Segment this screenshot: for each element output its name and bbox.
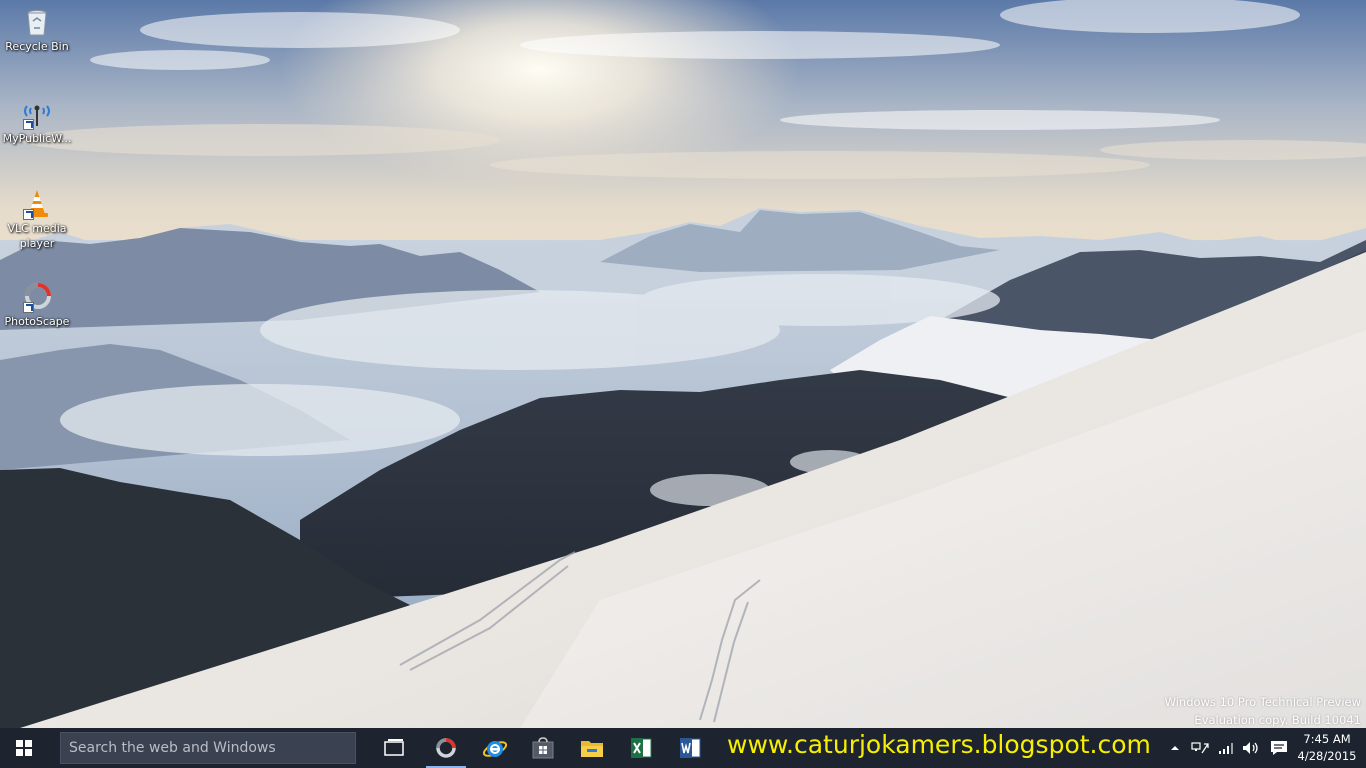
photoscape-icon (436, 738, 456, 758)
desktop-icon-photoscape[interactable]: PhotoScape (0, 281, 74, 329)
vlc-cone-icon (21, 188, 53, 220)
desktop-icon-vlc[interactable]: VLC media player (0, 188, 74, 251)
clock-time: 7:45 AM (1303, 732, 1351, 746)
desktop-icon-label: PhotoScape (4, 315, 70, 328)
volume-icon (1243, 742, 1258, 754)
tray-notifications-button[interactable] (1268, 728, 1290, 768)
taskbar-app-internet-explorer[interactable] (471, 728, 519, 768)
start-button[interactable] (0, 728, 48, 768)
shortcut-arrow-icon (23, 119, 34, 130)
word-icon (680, 738, 701, 758)
wifi-hotspot-icon (21, 98, 53, 130)
taskbar-app-photoscape[interactable] (422, 728, 470, 768)
desktop-icon-label: MyPublicW... (2, 132, 72, 145)
taskbar-app-store[interactable] (519, 728, 567, 768)
shortcut-arrow-icon (23, 209, 34, 220)
desktop-icon-mypublicwifi[interactable]: MyPublicW... (0, 98, 74, 146)
watermark-line-1: Windows 10 Pro Technical Preview (1164, 695, 1361, 709)
clock-date: 4/28/2015 (1297, 749, 1357, 763)
tray-signal-button[interactable] (1216, 728, 1236, 768)
chevron-up-icon (1171, 746, 1179, 750)
internet-explorer-icon (482, 741, 508, 757)
folder-icon (581, 741, 603, 757)
tray-volume-button[interactable] (1240, 728, 1262, 768)
shortcut-arrow-icon (23, 302, 34, 313)
system-clock[interactable]: 7:45 AM 4/28/2015 (1292, 731, 1362, 765)
evaluation-watermark: Windows 10 Pro Technical Preview Evaluat… (1165, 693, 1361, 729)
notifications-icon (1271, 741, 1287, 755)
windows-logo-icon (16, 740, 32, 756)
store-icon (532, 737, 554, 759)
tray-network-button[interactable] (1189, 728, 1211, 768)
taskbar-app-task-view[interactable] (370, 728, 418, 768)
photoscape-icon (21, 281, 53, 313)
watermark-line-2: Evaluation copy. Build 10041 (1194, 713, 1361, 727)
desktop-icon-recycle-bin[interactable]: Recycle Bin (0, 6, 74, 54)
recycle-bin-icon (21, 6, 53, 38)
signal-icon (1219, 743, 1233, 754)
taskbar-app-excel[interactable] (617, 728, 665, 768)
show-hidden-icons-button[interactable] (1167, 728, 1183, 768)
search-box[interactable] (60, 732, 356, 764)
search-input[interactable] (61, 733, 355, 763)
taskbar-app-file-explorer[interactable] (568, 728, 616, 768)
excel-icon (631, 738, 652, 758)
desktop-wallpaper (0, 0, 1366, 728)
taskbar-app-word[interactable] (666, 728, 714, 768)
network-icon (1191, 742, 1209, 754)
desktop-icon-label: Recycle Bin (5, 40, 69, 53)
desktop-icon-label: VLC media player (7, 222, 67, 250)
blog-url-overlay: www.caturjokamers.blogspot.com (727, 730, 1151, 759)
task-view-icon (384, 739, 404, 756)
taskbar: www.caturjokamers.blogspot.com (0, 728, 1366, 768)
